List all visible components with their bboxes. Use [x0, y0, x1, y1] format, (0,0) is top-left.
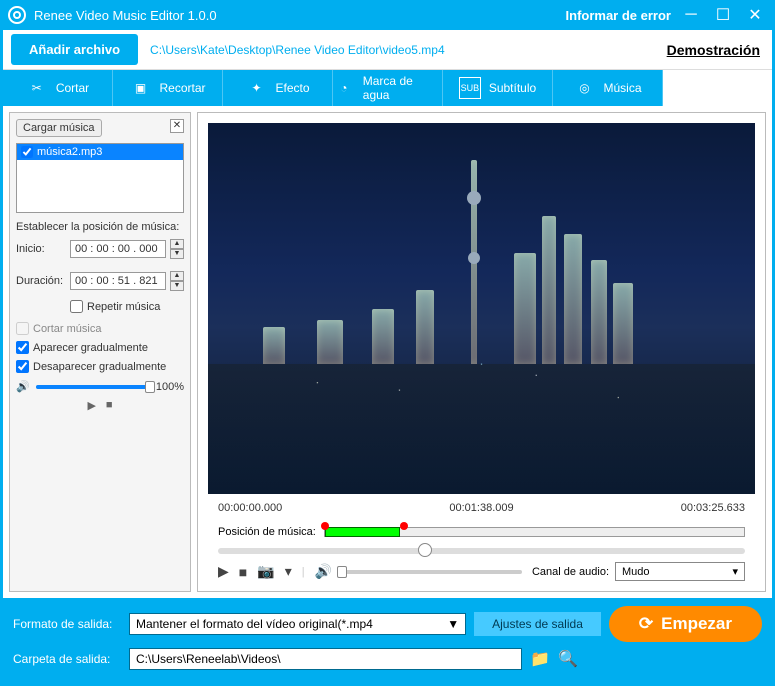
music-list[interactable]: música2.mp3	[16, 143, 184, 213]
fade-in-label: Aparecer gradualmente	[33, 342, 148, 354]
tab-music[interactable]: ◎Música	[553, 70, 663, 106]
music-item-label: música2.mp3	[37, 146, 102, 158]
music-segment[interactable]	[325, 527, 400, 537]
track-marker-end[interactable]	[400, 522, 408, 530]
file-path: C:\Users\Kate\Desktop\Renee Video Editor…	[150, 43, 667, 57]
play-button[interactable]: ▶	[218, 563, 229, 580]
folder-label: Carpeta de salida:	[13, 652, 121, 666]
cut-music-checkbox	[16, 322, 29, 335]
refresh-icon: ⟳	[639, 614, 653, 634]
scissors-icon: ✂	[26, 77, 48, 99]
repeat-label: Repetir música	[87, 301, 160, 313]
close-button[interactable]: ✕	[743, 3, 767, 27]
app-title: Renee Video Music Editor 1.0.0	[34, 8, 217, 23]
snapshot-dropdown[interactable]: ▾	[285, 563, 292, 580]
chevron-down-icon: ▾	[732, 565, 738, 578]
file-bar: Añadir archivo C:\Users\Kate\Desktop\Ren…	[3, 30, 772, 70]
maximize-button[interactable]: ☐	[711, 3, 735, 27]
music-item[interactable]: música2.mp3	[17, 144, 183, 160]
output-bar: Formato de salida: Mantener el formato d…	[3, 598, 772, 680]
disc-icon: ◎	[573, 77, 595, 99]
time-start: 00:00:00.000	[218, 502, 282, 514]
panel-play-button[interactable]: ▶	[87, 399, 95, 412]
tab-cut[interactable]: ✂Cortar	[3, 70, 113, 106]
demo-link[interactable]: Demostración	[667, 42, 760, 58]
load-music-button[interactable]: Cargar música	[16, 119, 102, 137]
titlebar: Renee Video Music Editor 1.0.0 Informar …	[0, 0, 775, 30]
fade-out-label: Desaparecer gradualmente	[33, 361, 166, 373]
audio-channel-label: Canal de audio:	[532, 566, 609, 578]
preview-panel: 00:00:00.000 00:01:38.009 00:03:25.633 P…	[197, 112, 766, 592]
open-folder-button[interactable]: 🔍	[558, 649, 578, 669]
music-position-label: Posición de música:	[218, 526, 316, 538]
repeat-checkbox[interactable]	[70, 300, 83, 313]
subtitle-icon: SUB	[459, 77, 481, 99]
video-preview	[208, 123, 755, 494]
cut-music-label: Cortar música	[33, 323, 101, 335]
droplet-icon: ◔	[333, 77, 355, 99]
start-label: Inicio:	[16, 243, 66, 255]
minimize-button[interactable]: ─	[679, 3, 703, 27]
tab-watermark[interactable]: ◔Marca de agua	[333, 70, 443, 106]
toolbar: ✂Cortar ▣Recortar ✦Efecto ◔Marca de agua…	[3, 70, 772, 106]
tab-crop[interactable]: ▣Recortar	[113, 70, 223, 106]
duration-spinner[interactable]: ▲▼	[170, 271, 184, 291]
tab-blank	[663, 70, 772, 106]
tab-subtitle[interactable]: SUBSubtítulo	[443, 70, 553, 106]
tab-effect[interactable]: ✦Efecto	[223, 70, 333, 106]
audio-channel-select[interactable]: Mudo▾	[615, 562, 745, 581]
volume-value: 100%	[156, 381, 184, 393]
folder-input[interactable]: C:\Users\Reneelab\Videos\	[129, 648, 522, 670]
set-position-label: Establecer la posición de música:	[16, 221, 184, 233]
panel-close-button[interactable]: ✕	[170, 119, 184, 133]
browse-folder-button[interactable]: 📁	[530, 649, 550, 669]
snapshot-button[interactable]: 📷	[257, 563, 274, 580]
start-button[interactable]: ⟳Empezar	[609, 606, 762, 642]
format-label: Formato de salida:	[13, 617, 121, 631]
start-input[interactable]: 00 : 00 : 00 . 000	[70, 240, 166, 258]
volume-slider[interactable]	[36, 385, 150, 389]
music-item-checkbox[interactable]	[21, 146, 33, 158]
add-file-button[interactable]: Añadir archivo	[11, 34, 138, 65]
duration-input[interactable]: 00 : 00 : 51 . 821	[70, 272, 166, 290]
crop-icon: ▣	[129, 77, 151, 99]
format-select[interactable]: Mantener el formato del vídeo original(*…	[129, 613, 466, 635]
report-error-link[interactable]: Informar de error	[566, 8, 671, 23]
fade-out-checkbox[interactable]	[16, 360, 29, 373]
panel-stop-button[interactable]: ■	[106, 399, 113, 412]
app-icon	[8, 6, 26, 24]
timeline-labels: 00:00:00.000 00:01:38.009 00:03:25.633	[208, 502, 755, 514]
speaker-icon: 🔊	[16, 380, 30, 393]
duration-label: Duración:	[16, 275, 66, 287]
wand-icon: ✦	[245, 77, 267, 99]
seek-thumb[interactable]	[418, 543, 432, 557]
stop-button[interactable]: ■	[239, 564, 247, 580]
seek-bar[interactable]	[218, 548, 745, 554]
output-settings-button[interactable]: Ajustes de salida	[474, 612, 601, 636]
music-track[interactable]	[324, 527, 745, 537]
track-marker-start[interactable]	[321, 522, 329, 530]
time-end: 00:03:25.633	[681, 502, 745, 514]
preview-volume-slider[interactable]	[342, 570, 522, 574]
time-mid: 00:01:38.009	[449, 502, 513, 514]
music-panel: Cargar música ✕ música2.mp3 Establecer l…	[9, 112, 191, 592]
start-spinner[interactable]: ▲▼	[170, 239, 184, 259]
chevron-down-icon: ▼	[447, 617, 459, 631]
fade-in-checkbox[interactable]	[16, 341, 29, 354]
mute-button[interactable]: 🔊	[315, 563, 332, 580]
